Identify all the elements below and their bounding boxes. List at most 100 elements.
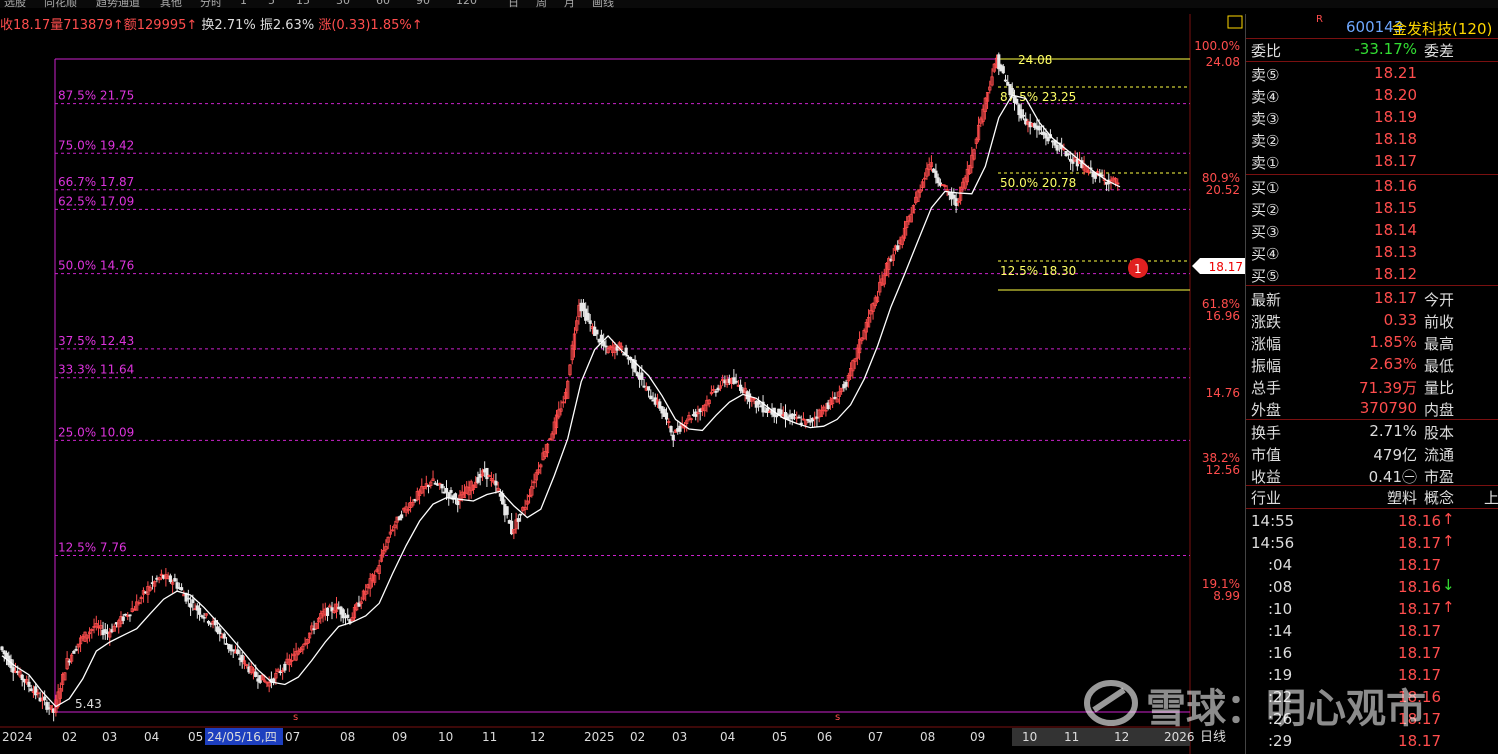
candle-body xyxy=(678,425,682,432)
stat-row[interactable]: 最新 18.17 今开 xyxy=(1246,287,1498,309)
sell-level[interactable]: 卖③ 18.19 xyxy=(1246,106,1498,128)
toolbar-item[interactable]: 日 xyxy=(508,0,519,8)
sell-level[interactable]: 卖⑤ 18.21 xyxy=(1246,62,1498,84)
stat2-row[interactable]: 市值 479亿 流通 xyxy=(1246,442,1498,464)
toolbar-item[interactable]: 120 xyxy=(456,0,477,7)
toolbar-item[interactable]: 1 xyxy=(240,0,247,7)
buy-level[interactable]: 买① 18.16 xyxy=(1246,175,1498,197)
arrow-down-icon: ↓ xyxy=(1442,576,1455,594)
candle-body xyxy=(254,671,258,677)
candle-body xyxy=(20,674,24,681)
fib-label: 50.0% 14.76 xyxy=(58,259,134,273)
candle-body xyxy=(283,663,287,671)
x-axis-label: 09 xyxy=(392,730,407,744)
toolbar-item[interactable]: 趋势通道 xyxy=(96,0,140,8)
fib-right-label: 12.5% 18.30 xyxy=(1000,264,1076,278)
snowball-logo-icon xyxy=(1084,680,1138,726)
buy-level[interactable]: 买④ 18.13 xyxy=(1246,241,1498,263)
candle-body xyxy=(934,170,938,178)
stat-row[interactable]: 外盘 370790 内盘 xyxy=(1246,397,1498,419)
x-axis-label: 10 xyxy=(438,730,453,744)
fib-label: 87.5% 21.75 xyxy=(58,89,134,103)
toolbar-item[interactable]: 选股 xyxy=(4,0,26,8)
stat-row-value: 2.63% xyxy=(1369,355,1417,373)
toolbar-item[interactable]: 月 xyxy=(564,0,575,8)
sell-level-value: 18.17 xyxy=(1374,152,1417,170)
industry-row[interactable]: 行业 塑料 概念 上 xyxy=(1246,485,1498,507)
stock-header[interactable]: R 600143 金发科技(120) xyxy=(1246,14,1498,38)
toolbar-item[interactable]: 周 xyxy=(536,0,547,8)
candle-body xyxy=(586,312,590,321)
stat-row[interactable]: 总手 71.39万 量比 xyxy=(1246,375,1498,397)
stat-row-right-label: 内盘 xyxy=(1424,401,1455,419)
tick-price: 18.17 xyxy=(1398,600,1441,618)
x-axis-label: 06 xyxy=(817,730,832,744)
tick-time: :10 xyxy=(1268,600,1293,618)
stat-row[interactable]: 涨跌 0.33 前收 xyxy=(1246,309,1498,331)
toolbar-item[interactable]: 60 xyxy=(376,0,390,7)
x-axis-label: 09 xyxy=(970,730,985,744)
candle-body xyxy=(191,599,195,604)
tick-time: 14:55 xyxy=(1251,512,1295,530)
candle-body xyxy=(936,177,940,184)
buy-level[interactable]: 买③ 18.14 xyxy=(1246,219,1498,241)
info-change: 涨(0.33)1.85%↑ xyxy=(318,18,423,33)
buy-level-value: 18.14 xyxy=(1374,221,1417,239)
sell-level[interactable]: 卖② 18.18 xyxy=(1246,128,1498,150)
x-axis-label: 02 xyxy=(630,730,645,744)
arrow-up-icon: ↑ xyxy=(1442,532,1455,550)
sell-level[interactable]: 卖④ 18.20 xyxy=(1246,84,1498,106)
stat2-row-value: 2.71% xyxy=(1369,422,1417,440)
buy-level-label: 买④ xyxy=(1251,245,1280,263)
stat2-row[interactable]: 收益 0.41㊀ 市盈 xyxy=(1246,464,1498,486)
toolbar-item[interactable]: 30 xyxy=(336,0,350,7)
fib-label: 25.0% 10.09 xyxy=(58,425,134,439)
buy-level-label: 买③ xyxy=(1251,223,1280,241)
candle-body xyxy=(635,372,639,377)
candle-body xyxy=(642,385,646,388)
tick-row: :16 18.17 xyxy=(1246,642,1498,664)
stat-row-label: 涨跌 xyxy=(1251,313,1282,331)
candle-body xyxy=(896,245,900,250)
toolbar-item[interactable]: 分时 xyxy=(200,0,222,8)
sell-level-label: 卖② xyxy=(1251,132,1280,150)
x-axis-label: 08 xyxy=(920,730,935,744)
tick-row: :08 18.16 ↓ xyxy=(1246,576,1498,598)
toolbar-item[interactable]: 15 xyxy=(296,0,310,7)
candle-body xyxy=(202,616,206,619)
sell-level-label: 卖③ xyxy=(1251,110,1280,128)
toolbar-item[interactable]: 其他 xyxy=(160,0,182,8)
tick-price: 18.16 xyxy=(1398,578,1441,596)
stat-row[interactable]: 涨幅 1.85% 最高 xyxy=(1246,331,1498,353)
tick-time: :08 xyxy=(1268,578,1293,596)
fib-label: 75.0% 19.42 xyxy=(58,138,134,152)
industry-label: 行业 xyxy=(1251,489,1282,507)
kline-chart[interactable]: 87.5% 21.75 75.0% 19.42 66.7% 17.87 62.5% 1… xyxy=(0,14,1245,754)
sell-level[interactable]: 卖① 18.17 xyxy=(1246,150,1498,172)
buy-level-value: 18.16 xyxy=(1374,177,1417,195)
weibi-row: 委比 -33.17% 委差 xyxy=(1246,38,1498,60)
buy-level[interactable]: 买⑤ 18.12 xyxy=(1246,263,1498,285)
stat-row-value: 370790 xyxy=(1359,399,1417,417)
toolbar-item[interactable]: 同花顺 xyxy=(44,0,77,8)
candle-body xyxy=(186,597,190,600)
info-amplitude: 振2.63% xyxy=(259,18,315,33)
buy-level-value: 18.12 xyxy=(1374,265,1417,283)
candle-body xyxy=(588,320,592,324)
axis-pct: 100.0% xyxy=(1194,39,1240,53)
candle-body xyxy=(714,391,718,393)
sell-level-value: 18.21 xyxy=(1374,64,1417,82)
toolbar-item[interactable]: 90 xyxy=(416,0,430,7)
candle-body xyxy=(200,615,204,618)
toolbar-item[interactable]: 画线 xyxy=(592,0,614,8)
buy-level[interactable]: 买② 18.15 xyxy=(1246,197,1498,219)
info-amount: 额129995↑ xyxy=(123,18,198,33)
toolbar-item[interactable]: 5 xyxy=(268,0,275,7)
tick-time: :29 xyxy=(1268,732,1293,750)
fib-right-label: 50.0% 20.78 xyxy=(1000,176,1076,190)
info-close: 收18.17 xyxy=(0,18,51,33)
stat2-row[interactable]: 换手 2.71% 股本 xyxy=(1246,420,1498,442)
stat-row[interactable]: 振幅 2.63% 最低 xyxy=(1246,353,1498,375)
fib-label: 66.7% 17.87 xyxy=(58,175,134,189)
x-axis-label: 2024 xyxy=(2,730,33,744)
